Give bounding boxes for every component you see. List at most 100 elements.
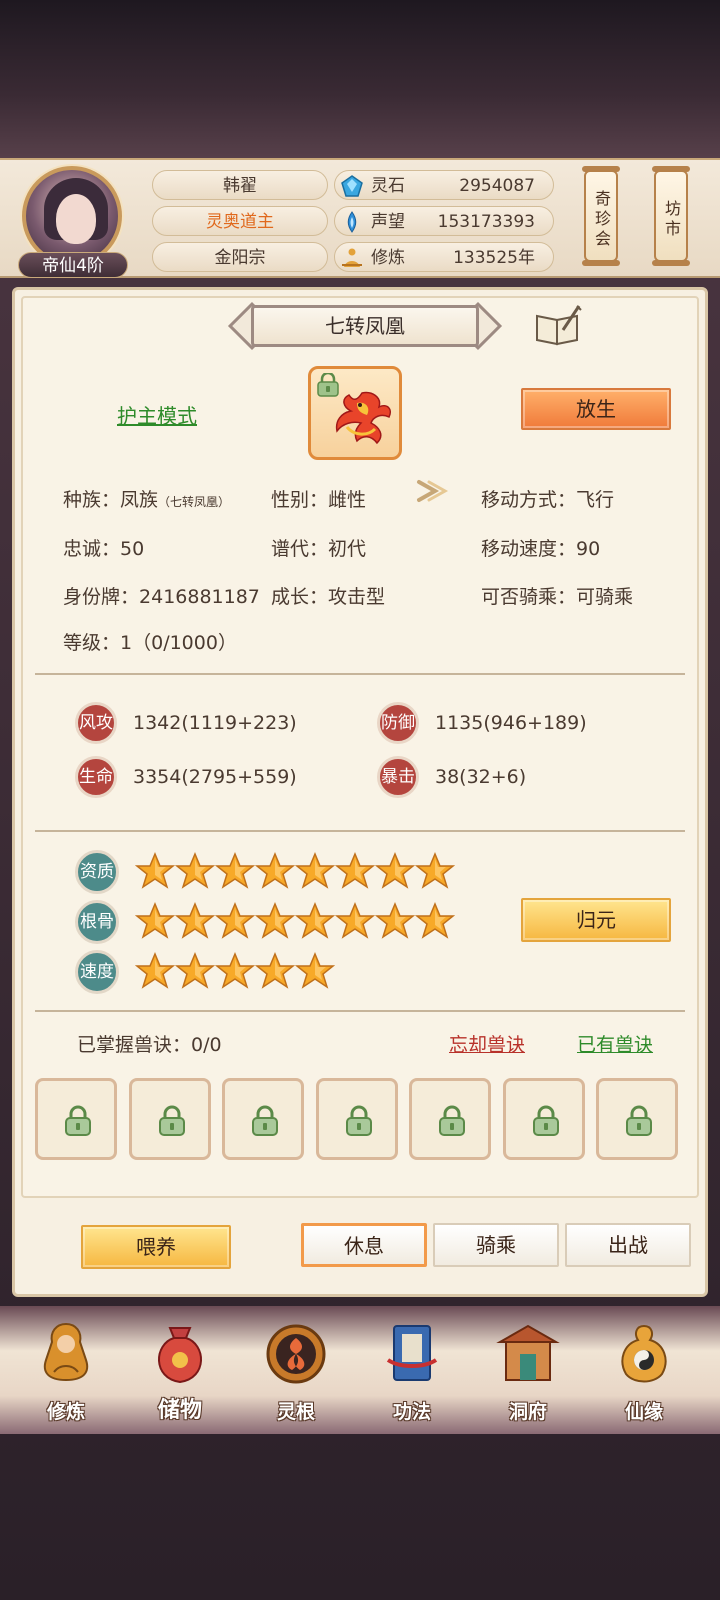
player-avatar[interactable]: 帝仙4阶 <box>18 166 128 278</box>
rename-book-icon[interactable] <box>533 304 583 348</box>
avatar <box>22 166 122 266</box>
star-icon <box>294 902 336 940</box>
nav-spirit-root[interactable]: 灵根 <box>246 1314 346 1430</box>
loyalty-info: 忠诚：50 <box>63 538 145 560</box>
stat-badge-wind-attack: 风攻 <box>75 702 117 744</box>
technique-book-icon <box>386 1325 438 1381</box>
attr-badge-aptitude: 资质 <box>75 850 119 894</box>
attr-badge-speed: 速度 <box>75 950 119 994</box>
player-info: 韩翟 灵奥道主 金阳宗 <box>152 170 328 278</box>
lock-icon <box>532 1105 559 1136</box>
growth-info: 成长：攻击型 <box>271 586 386 608</box>
reset-button[interactable]: 归元 <box>521 898 671 942</box>
aptitude-stars <box>134 852 456 892</box>
skill-slot[interactable] <box>128 1078 211 1160</box>
rest-button[interactable]: 休息 <box>301 1223 427 1267</box>
rank-badge: 帝仙4阶 <box>18 252 128 278</box>
skill-slot[interactable] <box>502 1078 585 1160</box>
skill-slot[interactable] <box>409 1078 491 1160</box>
star-icon <box>214 902 256 940</box>
nav-cave-dwelling[interactable]: 洞府 <box>478 1314 578 1430</box>
reputation-icon <box>347 211 357 233</box>
resources: 灵石 2954087 声望 153173393 修炼 133525年 <box>334 170 554 278</box>
hp-value: 3354(2795+559) <box>133 766 297 788</box>
skill-slot[interactable] <box>35 1078 117 1160</box>
nav-immortal-fate[interactable]: 仙缘 <box>594 1314 694 1430</box>
mastered-skills-label: 已掌握兽诀：0/0 <box>77 1034 222 1056</box>
lock-icon <box>158 1105 185 1136</box>
swap-gender-icon[interactable] <box>415 476 451 506</box>
pet-name: 七转凤凰 <box>251 305 479 347</box>
star-icon <box>294 852 336 890</box>
star-icon <box>294 952 336 990</box>
id-info: 身份牌：2416881187 <box>63 586 260 608</box>
skill-slot[interactable] <box>315 1078 398 1160</box>
rideable-info: 可否骑乘：可骑乘 <box>481 586 634 608</box>
lock-icon <box>439 1105 465 1136</box>
divider <box>35 1010 685 1012</box>
top-background <box>0 0 720 158</box>
avatar-face <box>56 194 96 244</box>
forget-skill-link[interactable]: 忘却兽诀 <box>449 1030 525 1057</box>
bottom-nav: 修炼 储物 灵根 功法 洞府 仙缘 <box>0 1306 720 1434</box>
defense-value: 1135(946+189) <box>435 712 587 734</box>
feed-button[interactable]: 喂养 <box>81 1225 231 1269</box>
player-sect: 金阳宗 <box>152 242 328 272</box>
star-icon <box>134 902 176 940</box>
bone-stars <box>134 902 456 942</box>
owned-skills-link[interactable]: 已有兽诀 <box>577 1030 653 1057</box>
move-speed-info: 移动速度：90 <box>481 538 601 560</box>
stat-badge-crit: 暴击 <box>377 756 419 798</box>
star-icon <box>134 852 176 890</box>
lock-icon <box>65 1105 91 1136</box>
nav-technique[interactable]: 功法 <box>362 1314 462 1430</box>
star-icon <box>174 952 216 990</box>
resource-spirit-stone: 灵石 2954087 <box>334 170 554 200</box>
lock-icon <box>626 1105 652 1136</box>
star-icon <box>254 852 296 890</box>
release-button[interactable]: 放生 <box>521 388 671 430</box>
protect-mode-link[interactable]: 护主模式 <box>117 400 197 429</box>
divider <box>35 830 685 832</box>
star-icon <box>414 902 456 940</box>
star-icon <box>374 852 416 890</box>
move-type-info: 移动方式：飞行 <box>481 489 615 511</box>
phoenix-icon <box>335 391 391 445</box>
star-icon <box>214 852 256 890</box>
rare-treasure-fair-button[interactable]: 奇珍会 <box>582 166 620 266</box>
level-info: 等级：1（0/1000） <box>63 632 237 654</box>
market-button[interactable]: 坊市 <box>652 166 690 266</box>
stat-badge-hp: 生命 <box>75 756 117 798</box>
gender-info: 性别：雌性 <box>271 489 367 511</box>
star-icon <box>174 902 216 940</box>
star-icon <box>334 902 376 940</box>
stat-badge-defense: 防御 <box>377 702 419 744</box>
nav-storage[interactable]: 储物 <box>130 1314 230 1430</box>
star-icon <box>374 902 416 940</box>
skill-slot[interactable] <box>596 1078 678 1160</box>
spirit-stone-icon <box>341 175 363 197</box>
player-header: 帝仙4阶 韩翟 灵奥道主 金阳宗 灵石 2954087 声望 153173393 <box>0 158 720 278</box>
nav-cultivate[interactable]: 修炼 <box>16 1314 116 1430</box>
ride-button[interactable]: 骑乘 <box>433 1223 559 1267</box>
divider <box>35 673 685 675</box>
pet-portrait[interactable] <box>308 366 402 460</box>
lock-icon <box>345 1105 372 1136</box>
star-icon <box>334 852 376 890</box>
resource-reputation: 声望 153173393 <box>334 206 554 236</box>
star-icon <box>134 952 176 990</box>
star-icon <box>254 952 296 990</box>
wind-attack-value: 1342(1119+223) <box>133 712 297 734</box>
star-icon <box>214 952 256 990</box>
storage-bag-icon <box>158 1327 202 1384</box>
spirit-root-icon <box>266 1324 326 1384</box>
cultivation-icon <box>342 248 362 267</box>
pet-detail-panel: 七转凤凰 护主模式 放生 种族：凤族（七转凤凰） 性别：雌性 移动方式：飞行 忠… <box>12 287 708 1297</box>
race-info: 种族：凤族（七转凤凰） <box>63 489 231 511</box>
battle-button[interactable]: 出战 <box>565 1223 691 1267</box>
resource-cultivation: 修炼 133525年 <box>334 242 554 272</box>
generation-info: 谱代：初代 <box>271 538 367 560</box>
star-icon <box>414 852 456 890</box>
skill-slot[interactable] <box>222 1078 304 1160</box>
star-icon <box>174 852 216 890</box>
